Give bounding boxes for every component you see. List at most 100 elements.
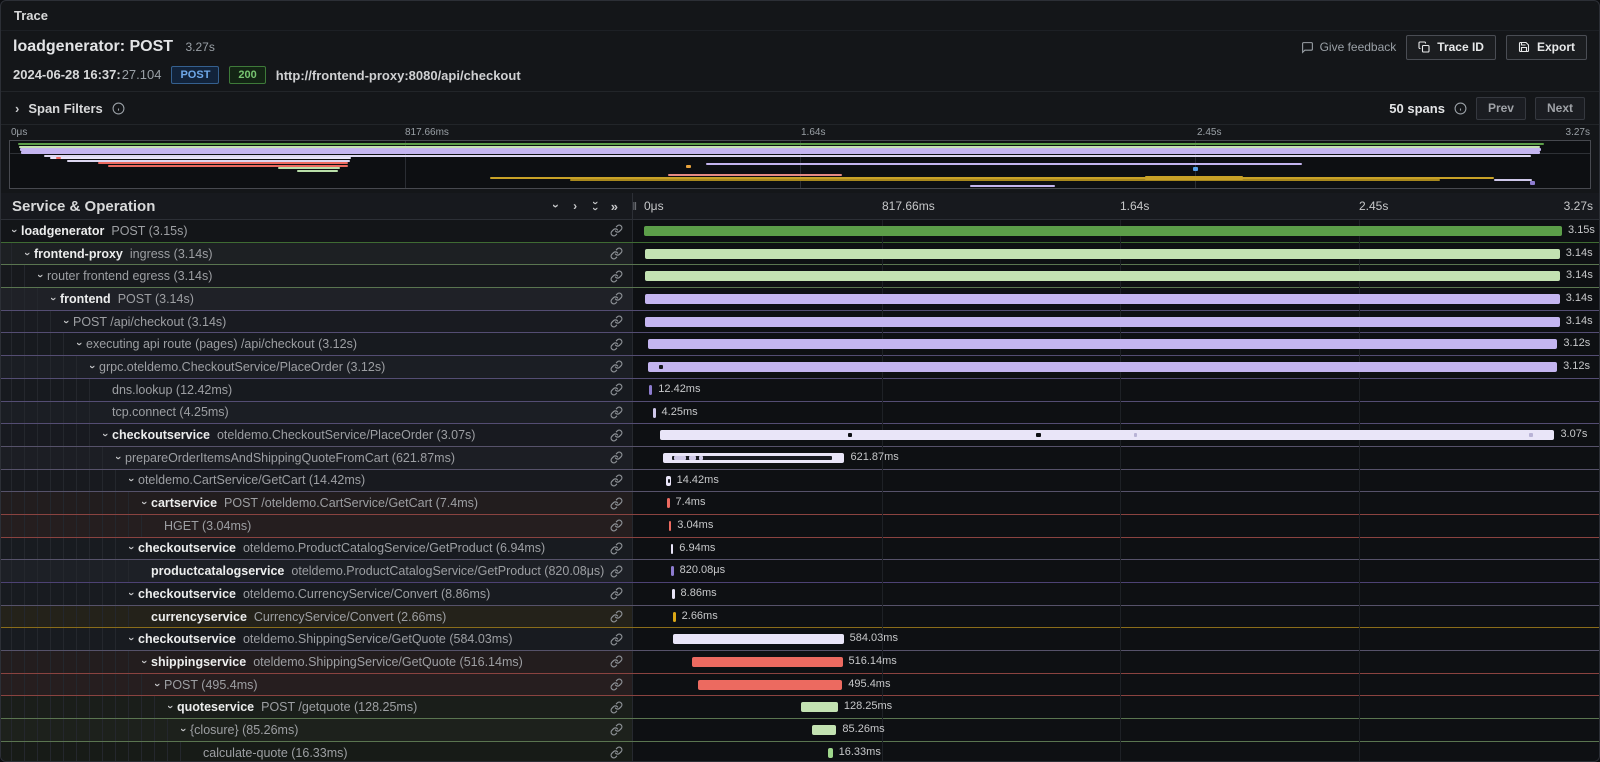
span-link-icon[interactable] [610, 723, 623, 736]
span-row[interactable]: ›loadgeneratorPOST (3.15s) 3.15s [1, 220, 1599, 243]
expand-chevron-icon[interactable]: › [112, 451, 124, 465]
span-name-cell[interactable]: ›checkoutserviceoteldemo.CurrencyService… [1, 583, 633, 605]
expand-chevron-icon[interactable]: › [73, 337, 85, 351]
span-row[interactable]: ›oteldemo.CartService/GetCart (14.42ms) … [1, 470, 1599, 493]
span-link-icon[interactable] [610, 383, 623, 396]
span-name-cell[interactable]: ›frontendPOST (3.14s) [1, 288, 633, 310]
export-button[interactable]: Export [1506, 35, 1587, 60]
span-row[interactable]: ›prepareOrderItemsAndShippingQuoteFromCa… [1, 447, 1599, 470]
span-name-cell[interactable]: ›checkoutserviceoteldemo.ShippingService… [1, 628, 633, 650]
span-link-icon[interactable] [610, 292, 623, 305]
span-bar[interactable] [669, 521, 672, 531]
span-bar[interactable] [673, 612, 676, 622]
span-bar[interactable] [672, 589, 675, 599]
expand-chevron-icon[interactable]: › [164, 700, 176, 714]
span-link-icon[interactable] [610, 633, 623, 646]
span-bar[interactable] [673, 634, 843, 644]
span-link-icon[interactable] [610, 451, 623, 464]
span-row[interactable]: tcp.connect (4.25ms) 4.25ms [1, 402, 1599, 425]
span-name-cell[interactable]: tcp.connect (4.25ms) [1, 402, 633, 424]
span-bar[interactable] [663, 453, 844, 463]
collapse-one-icon[interactable]: › [549, 204, 563, 208]
expand-chevron-icon[interactable]: › [125, 587, 137, 601]
span-row[interactable]: ›executing api route (pages) /api/checko… [1, 333, 1599, 356]
span-name-cell[interactable]: ›checkoutserviceoteldemo.ProductCatalogS… [1, 538, 633, 560]
expand-one-icon[interactable]: › [573, 199, 577, 213]
span-name-cell[interactable]: ›{closure} (85.26ms) [1, 719, 633, 741]
span-name-cell[interactable]: ›cartservicePOST /oteldemo.CartService/G… [1, 492, 633, 514]
span-bar[interactable] [667, 498, 670, 508]
expand-chevron-icon[interactable]: › [8, 224, 20, 238]
span-bar[interactable] [648, 362, 1557, 372]
span-row[interactable]: ›router frontend egress (3.14s) 3.14s [1, 265, 1599, 288]
span-name-cell[interactable]: ›quoteservicePOST /getquote (128.25ms) [1, 696, 633, 718]
span-name-cell[interactable]: HGET (3.04ms) [1, 515, 633, 537]
expand-chevron-icon[interactable]: › [125, 632, 137, 646]
span-bar[interactable] [828, 748, 833, 758]
span-bar[interactable] [648, 339, 1557, 349]
span-row[interactable]: ›checkoutserviceoteldemo.ProductCatalogS… [1, 538, 1599, 561]
span-name-cell[interactable]: ›prepareOrderItemsAndShippingQuoteFromCa… [1, 447, 633, 469]
span-bar[interactable] [653, 408, 656, 418]
give-feedback-link[interactable]: Give feedback [1301, 40, 1397, 54]
span-name-cell[interactable]: ›frontend-proxyingress (3.14s) [1, 243, 633, 265]
next-button[interactable]: Next [1535, 97, 1585, 120]
span-link-icon[interactable] [610, 565, 623, 578]
span-link-icon[interactable] [610, 360, 623, 373]
span-link-icon[interactable] [610, 224, 623, 237]
expand-chevron-icon[interactable]: › [125, 473, 137, 487]
span-name-cell[interactable]: ›POST (495.4ms) [1, 674, 633, 696]
span-bar[interactable] [692, 657, 842, 667]
span-link-icon[interactable] [610, 474, 623, 487]
span-bar[interactable] [812, 725, 837, 735]
span-bar[interactable] [671, 566, 674, 576]
prev-button[interactable]: Prev [1476, 97, 1526, 120]
span-bar[interactable] [666, 476, 670, 486]
span-bar[interactable] [645, 249, 1560, 259]
span-bar[interactable] [671, 544, 674, 554]
span-bar[interactable] [644, 226, 1562, 236]
span-name-cell[interactable]: ›grpc.oteldemo.CheckoutService/PlaceOrde… [1, 356, 633, 378]
expand-all-icon[interactable]: » [611, 199, 618, 214]
span-row[interactable]: ›POST /api/checkout (3.14s) 3.14s [1, 311, 1599, 334]
span-name-cell[interactable]: ›router frontend egress (3.14s) [1, 265, 633, 287]
expand-chevron-icon[interactable]: › [138, 655, 150, 669]
span-link-icon[interactable] [610, 542, 623, 555]
span-link-icon[interactable] [610, 270, 623, 283]
span-link-icon[interactable] [610, 610, 623, 623]
expand-chevron-icon[interactable]: › [34, 269, 46, 283]
expand-chevron-icon[interactable]: › [151, 678, 163, 692]
span-row[interactable]: calculate-quote (16.33ms) 16.33ms [1, 742, 1599, 762]
span-link-icon[interactable] [610, 406, 623, 419]
span-link-icon[interactable] [610, 338, 623, 351]
span-link-icon[interactable] [610, 497, 623, 510]
span-link-icon[interactable] [610, 746, 623, 759]
span-row[interactable]: ›{closure} (85.26ms) 85.26ms [1, 719, 1599, 742]
expand-chevron-icon[interactable]: › [21, 247, 33, 261]
span-filters-toggle[interactable]: › Span Filters [15, 101, 125, 116]
span-row[interactable]: ›frontendPOST (3.14s) 3.14s [1, 288, 1599, 311]
span-bar[interactable] [660, 430, 1555, 440]
span-row[interactable]: productcatalogserviceoteldemo.ProductCat… [1, 560, 1599, 583]
span-name-cell[interactable]: currencyserviceCurrencyService/Convert (… [1, 606, 633, 628]
span-name-cell[interactable]: ›shippingserviceoteldemo.ShippingService… [1, 651, 633, 673]
span-row[interactable]: currencyserviceCurrencyService/Convert (… [1, 606, 1599, 629]
expand-chevron-icon[interactable]: › [99, 428, 111, 442]
span-bar[interactable] [698, 680, 842, 690]
span-name-cell[interactable]: ›loadgeneratorPOST (3.15s) [1, 220, 633, 242]
span-bar[interactable] [645, 317, 1559, 327]
span-name-cell[interactable]: dns.lookup (12.42ms) [1, 379, 633, 401]
span-name-cell[interactable]: productcatalogserviceoteldemo.ProductCat… [1, 560, 633, 582]
span-name-cell[interactable]: ›oteldemo.CartService/GetCart (14.42ms) [1, 470, 633, 492]
trace-id-button[interactable]: Trace ID [1406, 35, 1496, 60]
span-row[interactable]: ›checkoutserviceoteldemo.ShippingService… [1, 628, 1599, 651]
span-link-icon[interactable] [610, 701, 623, 714]
span-row[interactable]: ›quoteservicePOST /getquote (128.25ms) 1… [1, 696, 1599, 719]
span-link-icon[interactable] [610, 429, 623, 442]
span-row[interactable]: ›checkoutserviceoteldemo.CurrencyService… [1, 583, 1599, 606]
span-name-cell[interactable]: ›POST /api/checkout (3.14s) [1, 311, 633, 333]
span-row[interactable]: ›POST (495.4ms) 495.4ms [1, 674, 1599, 697]
collapse-all-icon[interactable]: ›› [592, 200, 596, 212]
span-row[interactable]: ›checkoutserviceoteldemo.CheckoutService… [1, 424, 1599, 447]
span-link-icon[interactable] [610, 587, 623, 600]
